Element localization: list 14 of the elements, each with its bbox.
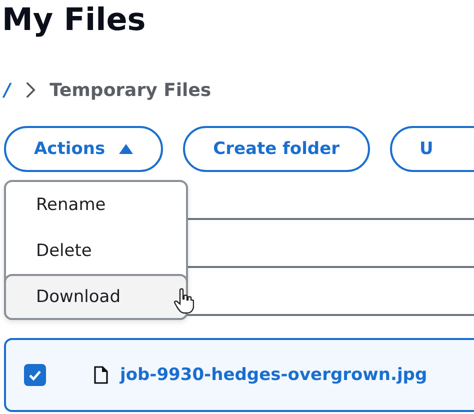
- file-icon: [94, 366, 108, 384]
- checkbox[interactable]: [24, 364, 46, 386]
- breadcrumb-link[interactable]: /: [4, 80, 11, 100]
- file-name-link[interactable]: job-9930-hedges-overgrown.jpg: [120, 365, 428, 385]
- toolbar-button[interactable]: U: [390, 126, 474, 172]
- breadcrumb-link[interactable]: Temporary Files: [50, 80, 212, 100]
- chevron-icon: [24, 81, 36, 99]
- menu-item[interactable]: Rename: [6, 182, 186, 228]
- menu-item[interactable]: Delete: [6, 228, 186, 274]
- hand-pointer-icon: [174, 288, 194, 314]
- toolbar-button[interactable]: Create folder: [183, 126, 370, 172]
- page-title: My Files: [1, 1, 147, 40]
- file-row[interactable]: job-9930-hedges-overgrown.jpg: [4, 338, 474, 412]
- actions-button[interactable]: Actions: [4, 126, 164, 172]
